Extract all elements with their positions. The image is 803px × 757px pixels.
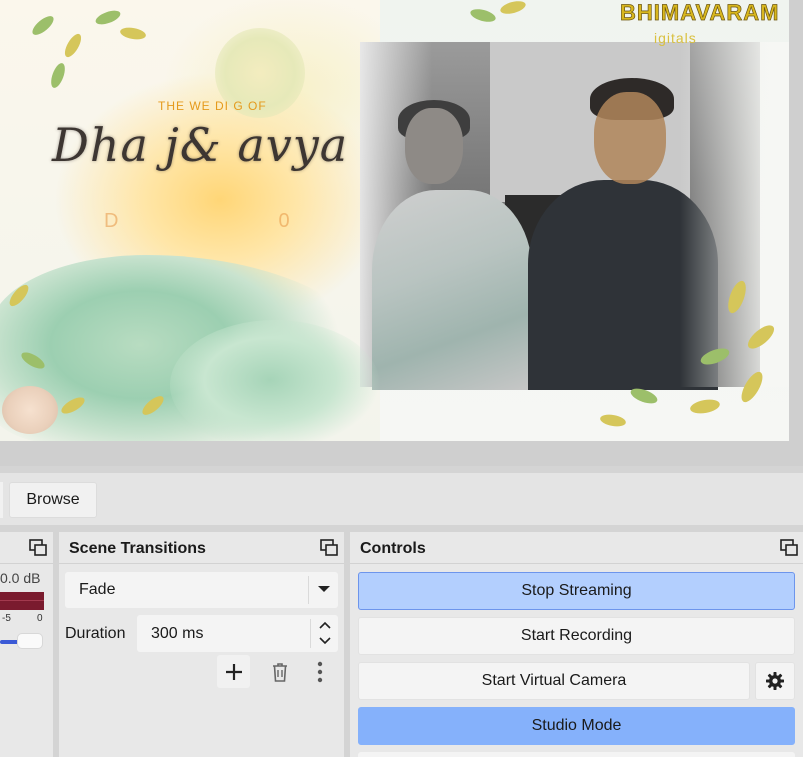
chevron-down-icon[interactable] bbox=[315, 633, 335, 649]
scene-transitions-dock: Scene Transitions Fade Duration 300 ms bbox=[59, 532, 344, 757]
plus-icon bbox=[225, 663, 242, 680]
wedding-heading: THE WE DI G OF bbox=[158, 99, 267, 113]
brand-logo-subtext: igitals bbox=[654, 30, 697, 46]
start-virtual-camera-button[interactable]: Start Virtual Camera bbox=[358, 662, 750, 700]
dock-separator bbox=[59, 563, 344, 564]
gear-icon bbox=[766, 672, 784, 690]
transition-properties-button[interactable] bbox=[305, 655, 335, 688]
kebab-menu-icon bbox=[317, 661, 323, 682]
chevron-down-icon[interactable] bbox=[317, 582, 331, 596]
volume-db-readout: 0.0 dB bbox=[0, 570, 41, 586]
toolbar-button-edge[interactable] bbox=[0, 482, 3, 518]
virtual-camera-settings-button[interactable] bbox=[755, 662, 795, 700]
rose-decoration bbox=[2, 386, 58, 434]
undock-icon[interactable] bbox=[779, 538, 799, 558]
preview-canvas: THE WE DI G OF Dha j& avya D0 BHIMAVARAM… bbox=[0, 0, 789, 441]
photo-fade bbox=[680, 42, 789, 387]
audio-mixer-dock: 0.0 dB -5 0 bbox=[0, 532, 53, 757]
transition-select[interactable]: Fade bbox=[65, 572, 338, 608]
undock-icon[interactable] bbox=[28, 538, 48, 558]
trash-icon bbox=[272, 662, 287, 682]
add-transition-button[interactable] bbox=[217, 655, 250, 688]
groom-face bbox=[594, 92, 666, 184]
meter-tick-label: 0 bbox=[37, 613, 43, 624]
meter-tick-label: -5 bbox=[2, 613, 11, 624]
dock-title: Controls bbox=[360, 540, 426, 557]
studio-mode-button[interactable]: Studio Mode bbox=[358, 707, 795, 745]
watercolor-wave-small bbox=[170, 320, 380, 441]
controls-dock: Controls Stop Streaming Start Recording … bbox=[350, 532, 803, 757]
brand-logo-text: BHIMAVARAM bbox=[620, 0, 780, 25]
stop-streaming-button[interactable]: Stop Streaming bbox=[358, 572, 795, 610]
transition-select-value: Fade bbox=[79, 581, 116, 598]
browse-button[interactable]: Browse bbox=[9, 482, 97, 518]
dock-separator bbox=[350, 563, 803, 564]
bride-face bbox=[405, 108, 463, 184]
remove-transition-button[interactable] bbox=[263, 655, 296, 688]
spinbox-divider bbox=[310, 619, 311, 648]
dock-separator bbox=[0, 563, 53, 564]
duration-spinbox[interactable]: 300 ms bbox=[137, 615, 338, 652]
duration-value: 300 ms bbox=[151, 625, 204, 642]
source-toolbar: Browse bbox=[0, 473, 803, 525]
wedding-date: D0 bbox=[104, 210, 450, 232]
program-preview[interactable]: THE WE DI G OF Dha j& avya D0 BHIMAVARAM… bbox=[0, 0, 803, 466]
undock-icon[interactable] bbox=[319, 538, 339, 558]
chevron-up-icon[interactable] bbox=[315, 617, 335, 633]
volume-meter bbox=[0, 592, 44, 610]
volume-slider-handle[interactable] bbox=[18, 634, 42, 648]
dock-title: Scene Transitions bbox=[69, 540, 206, 557]
next-control-button[interactable] bbox=[358, 752, 795, 757]
select-divider bbox=[308, 576, 309, 604]
start-recording-button[interactable]: Start Recording bbox=[358, 617, 795, 655]
couple-names: Dha j& avya bbox=[52, 118, 349, 172]
duration-label: Duration bbox=[65, 625, 126, 642]
